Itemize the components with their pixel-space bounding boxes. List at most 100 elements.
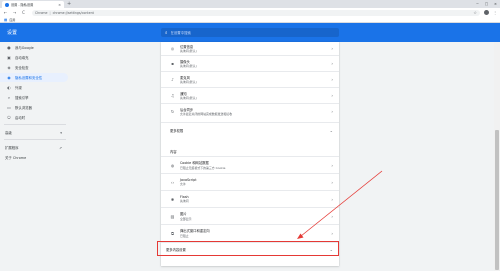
search-input[interactable]	[170, 30, 335, 35]
settings-search[interactable]: ⌕	[161, 28, 339, 37]
maximize-button[interactable]: □	[482, 0, 491, 8]
setting-row-popups[interactable]: ⧉ 弹出式窗口和重定向 已阻止 ›	[161, 224, 339, 241]
settings-favicon-icon	[5, 2, 9, 7]
sidebar-item-label: 关于 Chrome	[5, 156, 27, 160]
highlight-box	[157, 241, 339, 256]
row-subtitle: 全部显示	[180, 216, 192, 221]
back-button[interactable]: ←	[3, 10, 8, 15]
sidebar-item-label: 默认浏览器	[15, 106, 32, 110]
close-tab-icon[interactable]: ×	[58, 3, 61, 7]
setting-row-location[interactable]: ◎ 位置信息 先询问(默认) ›	[161, 42, 339, 55]
sidebar-item-label: 高级	[5, 131, 12, 135]
person-icon: ●	[7, 45, 11, 50]
code-icon: ‹›	[170, 179, 175, 185]
row-subtitle: 已阻止	[180, 233, 189, 238]
url-separator: |	[49, 10, 51, 15]
sidebar-item-you-and-google[interactable]: ● 我与Google	[0, 43, 68, 52]
sidebar-item-privacy[interactable]: ◉ 隐私设置和安全性	[0, 73, 68, 82]
sidebar-item-safety-check[interactable]: ◈ 安全检查	[0, 63, 68, 72]
content-section-title: 内容	[170, 150, 177, 154]
sidebar-divider	[4, 139, 66, 140]
arrow-right-icon: ›	[331, 179, 333, 185]
sidebar-item-label: 安全检查	[15, 66, 29, 70]
page-scrollbar[interactable]	[494, 42, 500, 271]
puzzle-icon: ✱	[170, 196, 175, 202]
arrow-right-icon: ›	[331, 196, 333, 202]
chrome-secure-label: Chrome	[35, 10, 48, 15]
bookmark-apps[interactable]: 应用	[9, 18, 15, 22]
arrow-right-icon: ›	[331, 230, 333, 236]
row-title: Flash	[180, 194, 189, 199]
sidebar-item-on-startup[interactable]: ⏻ 启动时	[0, 113, 68, 122]
settings-sidebar: ● 我与Google ▣ 自动填充 ◈ 安全检查 ◉ 隐私设置和安全性 ◐ 外观…	[0, 42, 70, 271]
bookmark-star-icon[interactable]: ☆	[473, 10, 477, 15]
palette-icon: ◐	[7, 85, 11, 90]
arrow-right-icon: ›	[331, 162, 333, 168]
row-subtitle: 已阻止无痕模式下的第三方 Cookie	[180, 165, 226, 170]
setting-row-notifications[interactable]: ♫ 通知 先询问(默认) ›	[161, 87, 339, 103]
image-icon: ▨	[170, 213, 175, 219]
address-bar[interactable]: Chrome | chrome://settings/content ☆	[32, 9, 480, 16]
sidebar-item-label: 自动填充	[15, 56, 29, 60]
forward-button[interactable]: →	[12, 10, 17, 15]
setting-row-cookies[interactable]: ◍ Cookie 和网站数据 已阻止无痕模式下的第三方 Cookie ›	[161, 156, 339, 173]
setting-row-images[interactable]: ▨ 图片 全部显示 ›	[161, 207, 339, 224]
setting-row-javascript[interactable]: ‹› JavaScript 允许 ›	[161, 173, 339, 190]
row-subtitle: 先询问(默认)	[180, 96, 197, 101]
sidebar-item-appearance[interactable]: ◐ 外观	[0, 83, 68, 92]
sidebar-item-label: 搜索引擎	[15, 96, 29, 100]
sidebar-item-label: 我与Google	[15, 46, 34, 50]
sidebar-item-autofill[interactable]: ▣ 自动填充	[0, 53, 68, 62]
row-title: 图片	[180, 212, 187, 217]
arrow-right-icon: ›	[331, 61, 333, 66]
site-settings-card: ◎ 位置信息 先询问(默认) › ▪ 摄像头 先询问(默认) › ♪ 麦克风 先询问(…	[161, 42, 339, 266]
more-permissions-toggle[interactable]: 更多权限 ⌄	[161, 122, 339, 138]
row-subtitle: 允许	[180, 182, 186, 187]
minimize-button[interactable]: −	[473, 0, 482, 8]
row-subtitle: 先询问(默认)	[180, 49, 197, 54]
row-title: 麦克风	[180, 75, 190, 80]
sidebar-item-search-engine[interactable]: ⌕ 搜索引擎	[0, 93, 68, 102]
chevron-down-icon: ⌄	[329, 128, 333, 133]
more-permissions-label: 更多权限	[170, 129, 184, 133]
sidebar-item-label: 外观	[15, 86, 22, 90]
privacy-icon: ◉	[7, 75, 11, 80]
reload-button[interactable]: C	[21, 10, 26, 15]
close-window-button[interactable]: ×	[491, 0, 500, 8]
location-icon: ◎	[170, 46, 175, 51]
shield-icon: ◈	[7, 65, 11, 70]
row-subtitle: 允许最近关闭的网站完成数据发送和接收	[180, 112, 233, 117]
sidebar-item-extensions[interactable]: 扩展程序 ⇗	[0, 143, 68, 152]
sidebar-item-default-browser[interactable]: ▭ 默认浏览器	[0, 103, 68, 112]
setting-row-flash[interactable]: ✱ Flash 先询问 ›	[161, 190, 339, 207]
row-title: 通知	[180, 91, 187, 96]
scrollbar-thumb[interactable]	[495, 130, 499, 270]
sidebar-item-advanced[interactable]: 高级 ▾	[0, 128, 68, 137]
chrome-menu-icon[interactable]: ⋮	[493, 10, 497, 15]
external-link-icon: ⇗	[59, 145, 62, 150]
apps-grid-icon[interactable]: ▦	[4, 18, 7, 22]
sync-icon: ↻	[170, 109, 175, 114]
browser-tab[interactable]: 设置 - 隐私设置 ×	[2, 1, 64, 8]
profile-avatar[interactable]	[484, 10, 489, 15]
power-icon: ⏻	[7, 115, 11, 120]
setting-row-background-sync[interactable]: ↻ 后台同步 允许最近关闭的网站完成数据发送和接收 ›	[161, 103, 339, 119]
new-tab-button[interactable]: +	[67, 1, 71, 7]
arrow-right-icon: ›	[331, 213, 333, 219]
chevron-down-icon: ▾	[60, 130, 62, 135]
arrow-right-icon: ›	[331, 77, 333, 82]
arrow-right-icon: ›	[331, 93, 333, 98]
row-title: 后台同步	[180, 107, 194, 112]
sidebar-item-label: 启动时	[15, 116, 26, 120]
browser-icon: ▭	[7, 105, 11, 110]
sidebar-item-label: 隐私设置和安全性	[15, 76, 43, 80]
sidebar-divider	[4, 124, 66, 125]
page-title: 设置	[7, 30, 18, 36]
setting-row-camera[interactable]: ▪ 摄像头 先询问(默认) ›	[161, 55, 339, 71]
arrow-right-icon: ›	[331, 109, 333, 114]
setting-row-microphone[interactable]: ♪ 麦克风 先询问(默认) ›	[161, 71, 339, 87]
tab-strip: 设置 - 隐私设置 × + − □ ×	[0, 0, 500, 8]
camera-icon: ▪	[171, 61, 174, 66]
sidebar-item-about[interactable]: 关于 Chrome	[0, 153, 68, 162]
popup-icon: ⧉	[171, 230, 174, 236]
